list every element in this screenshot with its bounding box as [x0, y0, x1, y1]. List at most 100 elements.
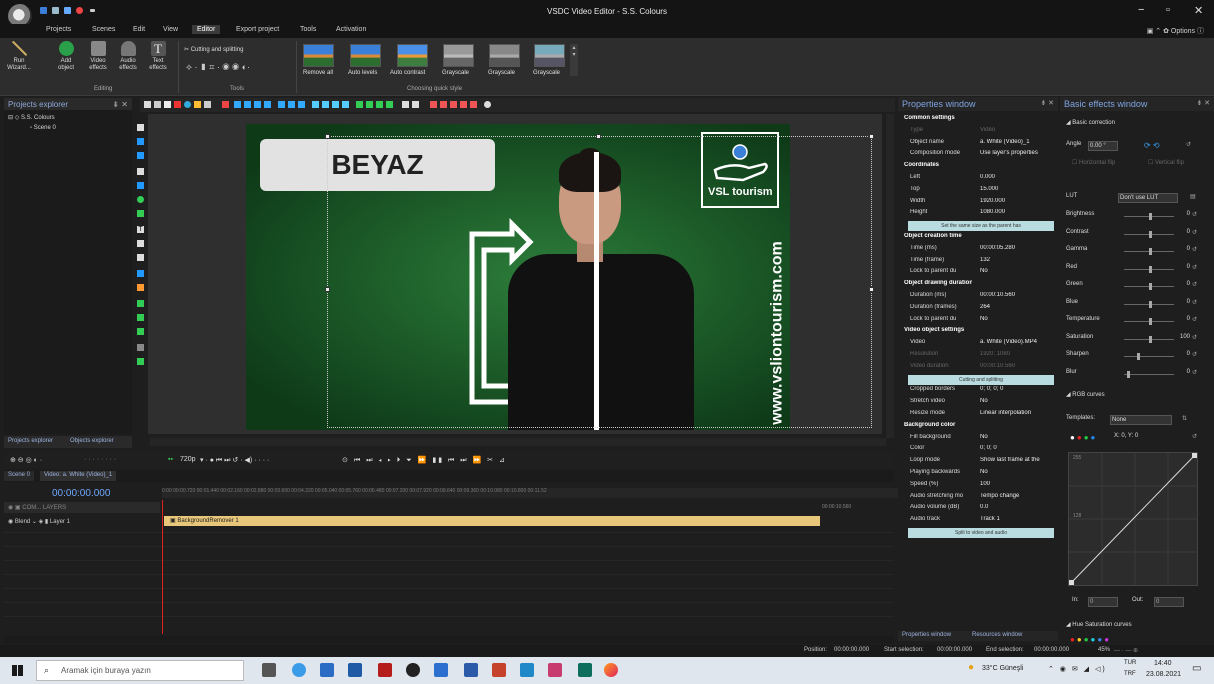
property-section[interactable]: Coordinates [902, 162, 1054, 173]
property-value[interactable]: No [980, 316, 1054, 322]
property-row[interactable]: Top 15.000 [902, 186, 1054, 197]
menu-export-project[interactable]: Export project [236, 26, 279, 33]
grid-icon[interactable] [154, 101, 161, 108]
property-value[interactable]: 0.000 [980, 174, 1054, 180]
align-2-icon[interactable] [244, 101, 251, 108]
tab-resources-window[interactable]: Resources window [972, 632, 1022, 638]
lut-folder-icon[interactable]: ▤ [1190, 193, 1196, 200]
style-grayscale-thumb-2[interactable] [489, 44, 520, 67]
property-value[interactable]: a. White (Video).MP4 [980, 339, 1054, 345]
property-row[interactable]: Time (frame) 132 [902, 257, 1054, 268]
redo-icon[interactable] [204, 101, 211, 108]
rect-icon[interactable] [164, 101, 171, 108]
loop-icon[interactable]: ⊙ [342, 456, 348, 464]
property-value[interactable]: 0; 0; 0; 0 [980, 386, 1054, 392]
move-4-icon[interactable] [342, 101, 349, 108]
basic-correction-section[interactable]: ◢ Basic correction [1066, 119, 1210, 131]
property-row[interactable]: Resize mode Linear interpolation [902, 410, 1054, 421]
slider-reset-icon[interactable]: ↺ [1192, 264, 1197, 271]
xbox-icon[interactable] [406, 663, 420, 677]
property-section[interactable]: Object creation time [902, 233, 1054, 244]
arrange-2-icon[interactable] [288, 101, 295, 108]
property-row[interactable]: Type Video [902, 127, 1054, 138]
transport-controls[interactable]: ▾ · ● ⏮ ⏭ ↺ · ◀) · · · · [200, 456, 269, 465]
property-row[interactable]: Loop mode Show last frame at the [902, 457, 1054, 468]
angle-input[interactable]: 0.00 ° [1088, 141, 1118, 151]
property-value[interactable]: Linear interpolation [980, 410, 1054, 416]
property-row[interactable]: Resolution 1920; 1080 [902, 351, 1054, 362]
slider-reset-icon[interactable]: ↺ [1192, 334, 1197, 341]
ellipse-tool-icon[interactable] [137, 196, 144, 203]
slider-reset-icon[interactable]: ↺ [1192, 316, 1197, 323]
tools-icons-row[interactable]: ⟡ · ▮ ⌗ · ◉ ◉ ◐· [186, 63, 250, 72]
resize-handle-tm[interactable] [596, 134, 601, 139]
scrub-slider[interactable]: · · · · · · · · [84, 456, 116, 463]
pointer-tool-icon[interactable] [137, 124, 144, 131]
panel-pin-close-icon[interactable]: ⇟ ✕ [1040, 99, 1054, 107]
slider-knob[interactable] [1149, 283, 1152, 290]
property-row[interactable]: Stretch video No [902, 398, 1054, 409]
slider-value[interactable]: 0 [1174, 351, 1190, 357]
property-row[interactable]: Cropped borders 0; 0; 0; 0 [902, 386, 1054, 397]
clock-date[interactable]: 23.08.2021 [1146, 671, 1181, 678]
menu-projects[interactable]: Projects [46, 26, 71, 33]
delete-icon[interactable] [174, 101, 181, 108]
property-row[interactable]: Speed (%) 100 [902, 481, 1054, 492]
blend-mode-label[interactable]: Blend [15, 519, 30, 525]
slider-track[interactable] [1124, 356, 1174, 357]
cursor-icon[interactable] [144, 101, 151, 108]
menu-scenes[interactable]: Scenes [92, 26, 115, 33]
property-value[interactable]: Video [980, 127, 1054, 133]
property-section[interactable]: Video object settings [902, 327, 1054, 338]
tool-e-icon[interactable] [450, 101, 457, 108]
styles-scroll-button[interactable]: ▴ ▾ [570, 44, 578, 76]
line-2-tool-icon[interactable] [137, 254, 144, 261]
slider-track[interactable] [1124, 373, 1174, 375]
restore-button[interactable]: ▫ [1166, 4, 1170, 16]
text-tool-icon[interactable]: T [137, 226, 144, 233]
subtitle-tool-icon[interactable] [137, 240, 144, 247]
tree-scene[interactable]: ▫ Scene 0 [30, 125, 56, 131]
word-icon[interactable] [464, 663, 478, 677]
property-row[interactable]: Audio track Track 1 [902, 516, 1054, 527]
slider-reset-icon[interactable]: ↺ [1192, 246, 1197, 253]
property-value[interactable]: 15.000 [980, 186, 1054, 192]
minimize-button[interactable]: − [1138, 4, 1144, 16]
templates-options-icon[interactable]: ⇅ [1182, 415, 1187, 422]
tool-red-icon[interactable] [222, 101, 229, 108]
property-value[interactable]: Use layer's properties [980, 150, 1054, 156]
slider-knob[interactable] [1149, 335, 1152, 343]
slider-value[interactable]: 0 [1174, 316, 1190, 322]
property-row[interactable]: Duration (frames) 264 [902, 304, 1054, 315]
circle-icon[interactable] [184, 101, 191, 108]
property-value[interactable]: 1920.000 [980, 198, 1054, 204]
resize-handle-ml[interactable] [325, 287, 330, 292]
slider-reset-icon[interactable]: ↺ [1192, 369, 1197, 376]
align-3-icon[interactable] [254, 101, 261, 108]
slider-value[interactable]: 100 [1174, 334, 1190, 340]
firefox-icon[interactable] [604, 663, 618, 677]
windows-start-icon[interactable] [12, 665, 23, 676]
hue-dots-icon[interactable]: ●●●●●● [1070, 635, 1111, 644]
property-row[interactable]: Lock to parent du No [902, 268, 1054, 279]
rotate-buttons-icon[interactable]: ⟳ ⟲ [1144, 141, 1160, 150]
menu-view[interactable]: View [163, 26, 178, 33]
lut-select[interactable]: Don't use LUT [1118, 193, 1178, 203]
panel-pin-close-icon[interactable]: ⇟ ✕ [112, 100, 128, 109]
tool-a-icon[interactable] [402, 101, 409, 108]
audio-effects-button[interactable]: Audio effects [114, 41, 142, 72]
property-value[interactable]: Track 1 [980, 516, 1054, 522]
property-value[interactable]: 1920; 1080 [980, 351, 1054, 357]
property-value[interactable]: 00:00:10.560 [980, 363, 1054, 369]
property-value[interactable]: 100 [980, 481, 1054, 487]
property-value[interactable]: 00:00:10.560 [980, 292, 1054, 298]
add-object-button[interactable]: Add object [52, 41, 80, 72]
slider-value[interactable]: 0 [1174, 281, 1190, 287]
property-value[interactable]: 264 [980, 304, 1054, 310]
slider-value[interactable]: 0 [1174, 369, 1190, 375]
slider-knob[interactable] [1149, 318, 1152, 325]
property-value[interactable]: 0.0 [980, 504, 1054, 510]
language-indicator-2[interactable]: TRF [1124, 671, 1136, 677]
timeline-scrollbar[interactable] [4, 636, 894, 644]
property-row[interactable]: Object name a. White (Video)_1 [902, 139, 1054, 150]
